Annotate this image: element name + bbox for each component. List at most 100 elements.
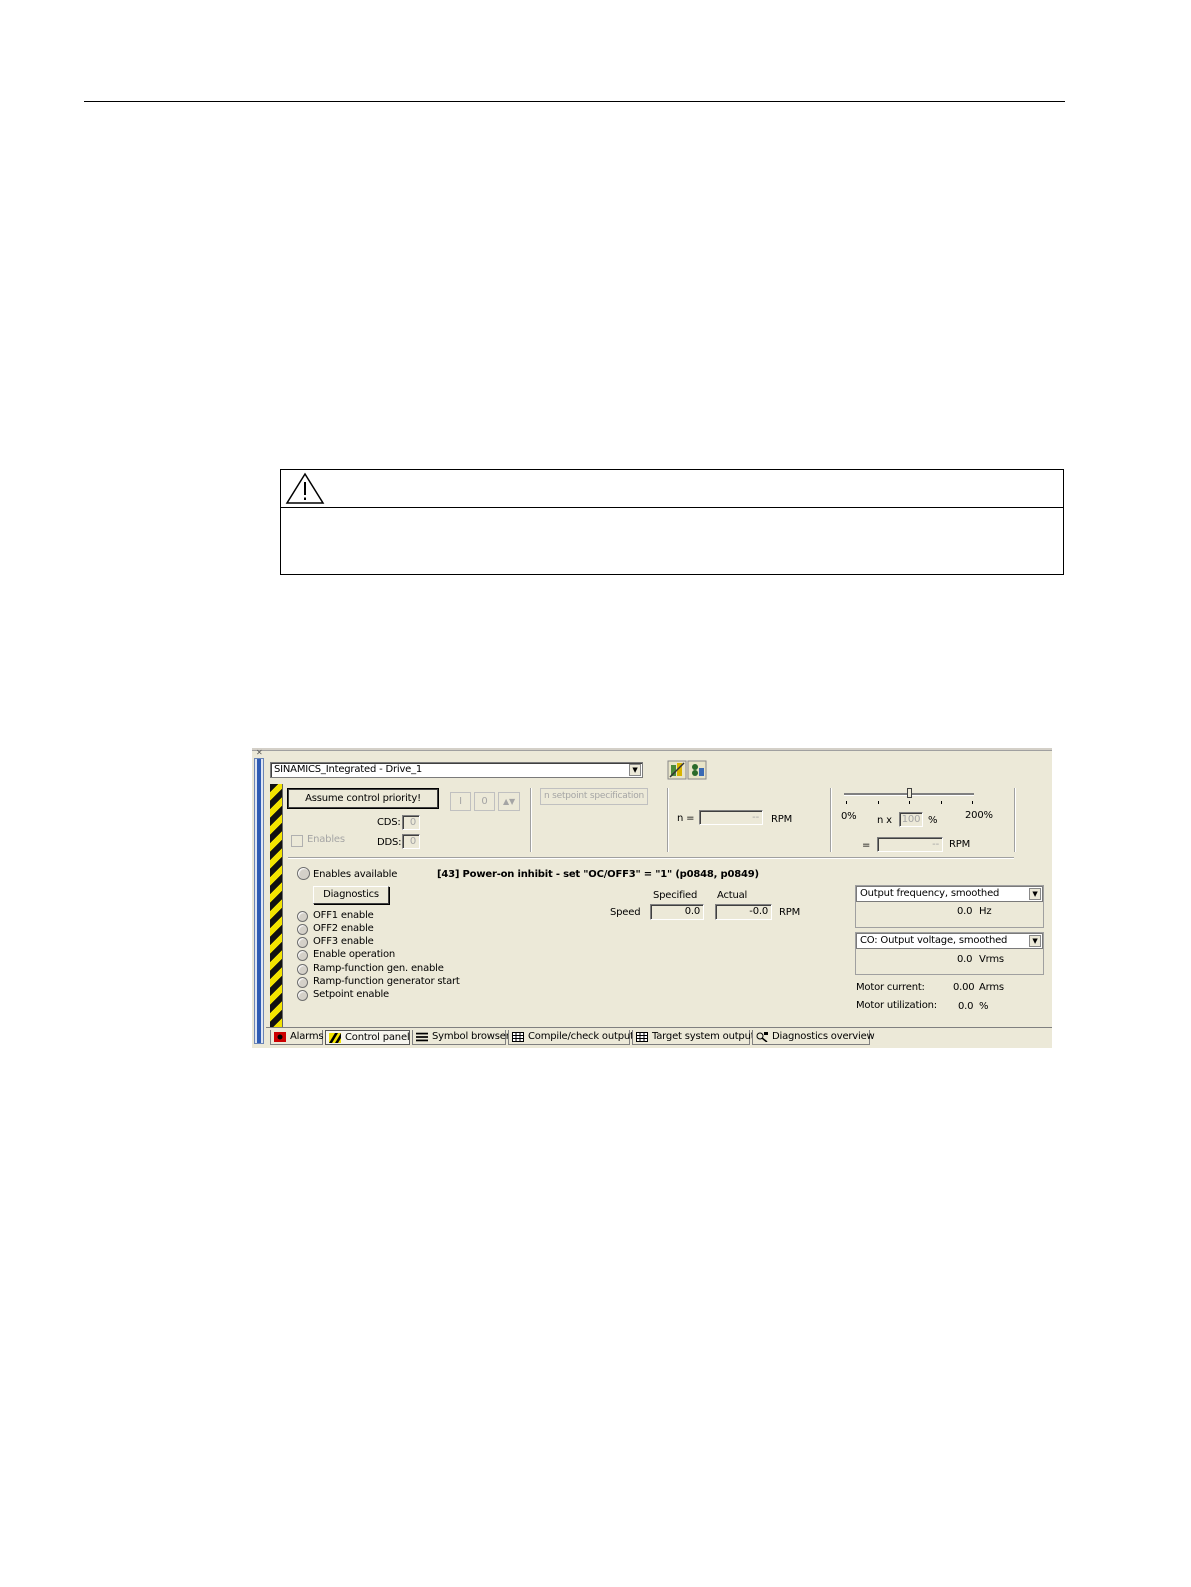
- cds-label: CDS:: [377, 817, 401, 828]
- slider-tick: [878, 801, 879, 804]
- tab-label: Compile/check output: [528, 1031, 634, 1042]
- diagnostics-icon: [756, 1032, 768, 1042]
- enable-item-label: Ramp-function gen. enable: [313, 963, 444, 974]
- chevron-down-icon[interactable]: ▼: [1029, 888, 1041, 900]
- n-label: n =: [677, 813, 695, 824]
- tab-control-panel[interactable]: Control panel: [325, 1030, 410, 1045]
- enables-checkbox-label: Enables: [307, 834, 345, 845]
- separator: [1014, 788, 1016, 852]
- section-divider: [288, 857, 1014, 859]
- chevron-down-icon[interactable]: ▼: [1029, 935, 1041, 947]
- specified-label: Specified: [653, 890, 698, 901]
- enable-item-label: Enable operation: [313, 949, 396, 960]
- motor-current-label: Motor current:: [856, 982, 925, 993]
- separator: [667, 788, 669, 852]
- tab-diagnostics-overview[interactable]: Diagnostics overview: [752, 1030, 875, 1045]
- close-icon[interactable]: ✕: [256, 748, 263, 757]
- drive-select-value: SINAMICS_Integrated - Drive_1: [274, 764, 423, 775]
- off-button[interactable]: 0: [474, 792, 495, 811]
- enable-status-led: [297, 990, 308, 1001]
- enable-item-label: OFF1 enable: [313, 910, 374, 921]
- separator: [530, 788, 532, 852]
- enable-status-led: [297, 977, 308, 988]
- percent-unit: %: [928, 815, 938, 826]
- motor-current-value: 0.00: [953, 982, 975, 993]
- actual-label: Actual: [717, 890, 748, 901]
- diagnostics-button[interactable]: Diagnostics: [313, 886, 389, 904]
- monitor2-select[interactable]: CO: Output voltage, smoothed ▼: [856, 933, 1043, 949]
- tab-bar: Alarms Control panel Symbol browser Comp…: [266, 1027, 1052, 1046]
- monitor2-unit: Vrms: [979, 954, 1004, 965]
- monitor1-select[interactable]: Output frequency, smoothed ▼: [856, 886, 1043, 902]
- speed-unit: RPM: [779, 907, 801, 918]
- docking-bar-inner: [257, 759, 261, 1043]
- chevron-down-icon[interactable]: ▼: [629, 764, 641, 776]
- percent-field[interactable]: 100: [899, 812, 923, 827]
- cds-field[interactable]: 0: [402, 815, 420, 830]
- on-button[interactable]: I: [450, 792, 471, 811]
- jog-button[interactable]: ▲▼: [498, 792, 520, 811]
- warning-box: [280, 469, 1064, 575]
- slider-tick: [972, 801, 973, 804]
- enable-item-label: Ramp-function generator start: [313, 976, 460, 987]
- assume-control-priority-button[interactable]: Assume control priority!: [288, 789, 438, 808]
- online-icon[interactable]: [667, 760, 687, 780]
- enable-item-label: OFF3 enable: [313, 936, 374, 947]
- grid-icon: [512, 1032, 524, 1042]
- tab-label: Target system output: [652, 1031, 755, 1042]
- equals-label: =: [862, 840, 871, 851]
- enable-status-led: [297, 911, 308, 922]
- hazard-icon: [329, 1033, 341, 1043]
- tab-compile-check-output[interactable]: Compile/check output: [508, 1030, 634, 1045]
- drive-select[interactable]: SINAMICS_Integrated - Drive_1 ▼: [270, 762, 643, 778]
- speed-slider-thumb[interactable]: [907, 788, 912, 798]
- motor-current-unit: Arms: [979, 982, 1004, 993]
- enables-available-led: [297, 867, 310, 880]
- enable-status-led: [297, 964, 308, 975]
- tab-label: Alarms: [290, 1031, 324, 1042]
- control-panel-screenshot: ✕ SINAMICS_Integrated - Drive_1 ▼ Assume…: [252, 748, 1052, 1048]
- docking-bar[interactable]: [254, 758, 264, 1044]
- enable-status-led: [297, 937, 308, 948]
- alarm-icon: [274, 1032, 286, 1042]
- motor-utilization-value: 0.0: [958, 1001, 974, 1012]
- status-message: [43] Power-on inhibit - set "OC/OFF3" = …: [437, 869, 759, 880]
- tab-symbol-browser[interactable]: Symbol browser: [412, 1030, 510, 1045]
- warning-triangle-icon: [285, 472, 325, 504]
- slider-tick: [846, 801, 847, 804]
- tab-label: Diagnostics overview: [772, 1031, 875, 1042]
- result-rpm-unit: RPM: [949, 839, 971, 850]
- monitor1-value: 0.0: [957, 906, 973, 917]
- n-x-label: n x: [877, 815, 892, 826]
- separator: [830, 788, 832, 852]
- slider-min-label: 0%: [841, 811, 857, 822]
- panel-top-border: [252, 748, 1052, 751]
- warning-box-header: [281, 470, 1063, 508]
- tab-label: Symbol browser: [432, 1031, 510, 1042]
- n-field[interactable]: --: [699, 810, 763, 825]
- grid-icon: [636, 1032, 648, 1042]
- result-rpm-field[interactable]: --: [877, 837, 943, 852]
- monitor1-unit: Hz: [979, 906, 992, 917]
- tab-alarms[interactable]: Alarms: [270, 1030, 324, 1045]
- slider-tick: [909, 801, 910, 804]
- monitor2-select-value: CO: Output voltage, smoothed: [860, 935, 1008, 946]
- n-unit: RPM: [771, 814, 793, 825]
- enables-checkbox[interactable]: [291, 835, 303, 847]
- monitor1-select-value: Output frequency, smoothed: [860, 888, 1000, 899]
- enable-item-label: Setpoint enable: [313, 989, 389, 1000]
- tab-target-system-output[interactable]: Target system output: [632, 1030, 755, 1045]
- setpoint-specification-button[interactable]: n setpoint specification: [540, 788, 648, 805]
- device-icon[interactable]: [687, 760, 707, 780]
- motor-utilization-label: Motor utilization:: [856, 1000, 937, 1011]
- page-header-rule: [84, 101, 1065, 102]
- speed-specified-field: 0.0: [650, 904, 704, 920]
- enable-item-label: OFF2 enable: [313, 923, 374, 934]
- speed-label: Speed: [610, 907, 641, 918]
- speed-actual-field: -0.0: [715, 904, 772, 920]
- motor-utilization-unit: %: [979, 1001, 989, 1012]
- enable-status-led: [297, 924, 308, 935]
- monitor2-value: 0.0: [957, 954, 973, 965]
- dds-label: DDS:: [377, 837, 402, 848]
- dds-field[interactable]: 0: [402, 834, 420, 849]
